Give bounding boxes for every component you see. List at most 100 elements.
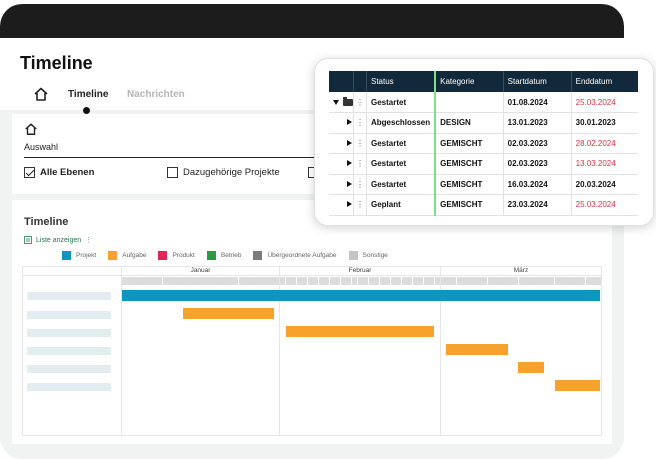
- gantt-bar-aufgabe[interactable]: [554, 380, 600, 391]
- day-cell: [585, 277, 591, 285]
- gantt-bar-aufgabe[interactable]: [285, 326, 435, 337]
- checkbox-dazugehoerige-projekte[interactable]: Dazugehörige Projekte: [167, 167, 280, 178]
- day-cell: [291, 277, 297, 285]
- day-cell: [363, 277, 369, 285]
- selection-field-underline[interactable]: [24, 157, 324, 158]
- column-header-startdatum[interactable]: Startdatum: [503, 71, 572, 92]
- kebab-menu-icon[interactable]: ⋮: [85, 236, 92, 244]
- cell-startdatum: 02.03.2023: [503, 153, 572, 175]
- table-header-row: Status Kategorie Startdatum Enddatum: [329, 71, 639, 92]
- checkbox-alle-ebenen[interactable]: Alle Ebenen: [24, 167, 94, 178]
- cell-status: Gestartet: [366, 92, 436, 113]
- day-cell: [492, 277, 498, 285]
- row-expand-cell[interactable]: [329, 194, 354, 216]
- checkbox-label: Alle Ebenen: [40, 167, 95, 178]
- table-row[interactable]: ⋮ Gestartet GEMISCHT 02.03.2023 13.03.2024: [329, 153, 639, 175]
- row-label-placeholder: [27, 383, 111, 391]
- row-expand-cell[interactable]: [329, 133, 354, 154]
- checkbox-checked-icon[interactable]: [24, 167, 35, 178]
- tab-nachrichten[interactable]: Nachrichten: [127, 89, 185, 100]
- day-cell: [346, 277, 352, 285]
- day-cell: [390, 277, 396, 285]
- row-kebab-cell[interactable]: ⋮: [353, 133, 367, 154]
- legend-swatch: [62, 251, 71, 260]
- home-icon[interactable]: [24, 122, 38, 136]
- gantt-bar-projekt[interactable]: [122, 290, 600, 301]
- legend-item-projekt: Projekt: [62, 251, 96, 260]
- day-cell: [423, 277, 429, 285]
- row-expand-cell[interactable]: [329, 174, 354, 195]
- table-row[interactable]: ⋮ Gestartet 01.08.2024 25.03.2024: [329, 92, 639, 113]
- kebab-menu-icon[interactable]: ⋮: [356, 118, 364, 127]
- gantt-bar-aufgabe[interactable]: [446, 344, 509, 355]
- row-kebab-cell[interactable]: ⋮: [353, 174, 367, 195]
- selection-field-label: Auswahl: [24, 142, 59, 152]
- list-view-link[interactable]: Liste anzeigen ⋮: [24, 236, 92, 244]
- day-cell: [302, 277, 308, 285]
- day-cell: [253, 277, 259, 285]
- row-expand-cell[interactable]: [329, 153, 354, 175]
- table-row[interactable]: ⋮ Abgeschlossen DESIGN 13.01.2023 30.01.2023: [329, 112, 639, 134]
- checkbox-unchecked-icon[interactable]: [167, 167, 178, 178]
- legend-label: Sonstige: [362, 252, 388, 259]
- table-row[interactable]: ⋮ Geplant GEMISCHT 23.03.2024 25.03.2024: [329, 194, 639, 216]
- row-expand-cell[interactable]: [329, 112, 354, 134]
- column-header-kategorie[interactable]: Kategorie: [434, 71, 504, 92]
- cell-status: Gestartet: [366, 133, 436, 154]
- day-cell: [167, 277, 173, 285]
- day-cell: [351, 277, 357, 285]
- day-cell: [172, 277, 178, 285]
- day-cell: [379, 277, 385, 285]
- day-cell: [487, 277, 493, 285]
- checkbox-label: Dazugehörige Projekte: [183, 167, 280, 178]
- day-cell: [368, 277, 374, 285]
- legend-label: Projekt: [76, 252, 97, 259]
- gantt-chart: Januar Februar März: [22, 266, 602, 436]
- page-title: Timeline: [20, 53, 93, 73]
- row-kebab-cell[interactable]: ⋮: [353, 194, 367, 216]
- row-expand-cell[interactable]: [329, 92, 354, 113]
- gantt-right-border: [601, 266, 602, 436]
- row-kebab-cell[interactable]: ⋮: [353, 92, 367, 113]
- expand-arrow-icon[interactable]: [347, 201, 352, 208]
- row-label-placeholder: [27, 365, 111, 373]
- table-row[interactable]: ⋮ Gestartet GEMISCHT 02.03.2023 28.02.2024: [329, 133, 639, 154]
- day-cell: [518, 277, 524, 285]
- day-cell: [238, 277, 244, 285]
- cell-startdatum: 02.03.2023: [503, 133, 572, 154]
- row-label-placeholder: [27, 329, 111, 337]
- kebab-menu-icon[interactable]: ⋮: [356, 98, 364, 107]
- day-cell: [385, 277, 391, 285]
- legend-label: Betrieb: [220, 252, 242, 259]
- month-label-januar: Januar: [190, 267, 211, 274]
- day-cell: [374, 277, 380, 285]
- row-kebab-cell[interactable]: ⋮: [353, 153, 367, 175]
- header-expand-col: [329, 71, 354, 92]
- kebab-menu-icon[interactable]: ⋮: [356, 180, 364, 189]
- table-row[interactable]: ⋮ Gestartet GEMISCHT 16.03.2024 20.03.2024: [329, 174, 639, 195]
- collapse-arrow-icon[interactable]: [333, 99, 339, 105]
- gantt-bar-aufgabe[interactable]: [182, 308, 274, 319]
- day-cell: [233, 277, 239, 285]
- column-header-status[interactable]: Status: [366, 71, 436, 92]
- legend-swatch: [206, 251, 216, 260]
- cell-enddatum: 13.03.2024: [571, 153, 639, 175]
- expand-arrow-icon[interactable]: [347, 160, 352, 167]
- home-icon[interactable]: [33, 86, 49, 102]
- header-kebab-col: [353, 71, 367, 92]
- tab-timeline[interactable]: Timeline: [68, 89, 108, 100]
- kebab-menu-icon[interactable]: ⋮: [356, 159, 364, 168]
- kebab-menu-icon[interactable]: ⋮: [356, 139, 364, 148]
- expand-arrow-icon[interactable]: [347, 180, 352, 187]
- day-cell: [554, 277, 560, 285]
- expand-arrow-icon[interactable]: [347, 119, 352, 126]
- column-header-enddatum[interactable]: Enddatum: [571, 71, 639, 92]
- gantt-bottom-border: [22, 435, 602, 436]
- day-cell: [280, 277, 286, 285]
- legend-label: Aufgabe: [122, 252, 147, 259]
- cell-kategorie: DESIGN: [434, 112, 504, 134]
- row-kebab-cell[interactable]: ⋮: [353, 112, 367, 134]
- kebab-menu-icon[interactable]: ⋮: [356, 200, 364, 209]
- expand-arrow-icon[interactable]: [347, 139, 352, 146]
- gantt-bar-aufgabe[interactable]: [518, 362, 545, 373]
